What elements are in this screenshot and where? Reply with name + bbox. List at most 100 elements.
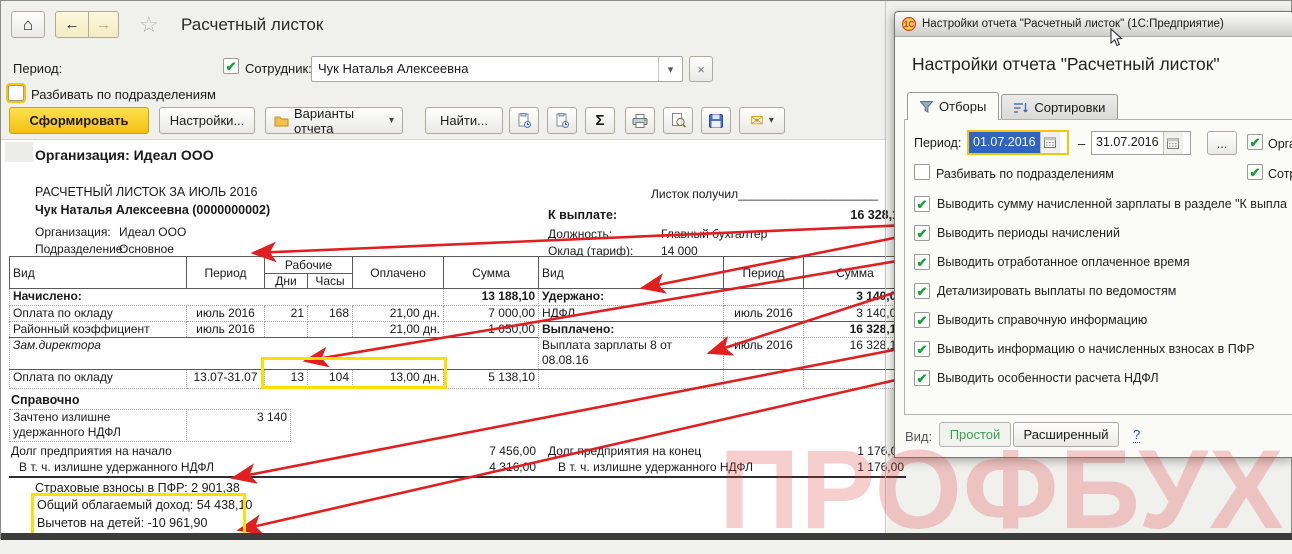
option-show-accrual-periods[interactable]: ✔ Выводить периоды начислений	[914, 225, 1120, 241]
dialog-split-checkbox[interactable]	[914, 164, 930, 180]
folder-icon	[274, 115, 289, 127]
view-simple-label: Простой	[950, 427, 1001, 442]
calendar-icon[interactable]	[1040, 132, 1060, 153]
window-right-split	[885, 1, 886, 533]
checkbox[interactable]: ✔	[914, 225, 930, 241]
option-label: Выводить справочную информацию	[937, 313, 1147, 327]
debt-start-ndfl-value: 4 316,00	[421, 460, 536, 474]
option-show-pfr-contributions[interactable]: ✔ Выводить информацию о начисленных взно…	[914, 341, 1255, 357]
period-options-button[interactable]: ...	[1207, 131, 1237, 155]
checkbox[interactable]: ✔	[914, 312, 930, 328]
position-label: Должность:	[548, 227, 612, 241]
dialog-titlebar[interactable]: 1С Настройки отчета "Расчетный листок" (…	[895, 12, 1292, 37]
option-label: Выводить информацию о начисленных взноса…	[937, 342, 1255, 356]
preview-button[interactable]	[663, 107, 693, 134]
col-header-vid: Вид	[539, 257, 724, 289]
dialog-period-label: Период:	[914, 136, 961, 150]
calendar-icon[interactable]	[1163, 132, 1183, 154]
chevron-down-icon: ▾	[769, 115, 774, 126]
table-row: Оплата по окладу июль 2016 21 168 21,00 …	[10, 306, 539, 322]
option-label: Выводить особенности расчета НДФЛ	[937, 371, 1159, 385]
printer-icon	[632, 114, 648, 128]
option-label: Детализировать выплаты по ведомостям	[937, 284, 1176, 298]
department-label: Подразделение:	[35, 242, 126, 256]
check-icon: ✔	[917, 285, 928, 298]
view-extended-button[interactable]: Расширенный	[1013, 422, 1119, 447]
view-simple-button[interactable]: Простой	[939, 422, 1011, 447]
debt-start-label: Долг предприятия на начало	[11, 444, 172, 458]
col-header-summa: Сумма	[804, 257, 907, 289]
org-value: Идеал ООО	[119, 225, 186, 239]
check-icon: ✔	[917, 372, 928, 385]
period-to-value: 31.07.2016	[1092, 132, 1163, 154]
paste-settings-button[interactable]	[547, 107, 577, 134]
find-button[interactable]: Найти...	[425, 107, 503, 134]
table-row: Начислено: 13 188,10	[10, 289, 539, 306]
filter-funnel-icon	[920, 101, 933, 113]
home-button[interactable]: ⌂	[11, 11, 45, 38]
checkbox[interactable]: ✔	[914, 283, 930, 299]
employee-combo[interactable]: Чук Наталья Алексеевна ▾	[311, 56, 683, 82]
col-header-period: Период	[187, 257, 265, 289]
split-by-departments-label: Разбивать по подразделениям	[31, 87, 216, 102]
tab-otbory[interactable]: Отборы	[907, 92, 999, 120]
option-show-accrued-sum[interactable]: ✔ Выводить сумму начисленной зарплаты в …	[914, 196, 1287, 212]
generate-button[interactable]: Сформировать	[9, 107, 149, 134]
employee-checkbox[interactable]: ✔	[223, 58, 239, 74]
checkbox[interactable]: ✔	[914, 341, 930, 357]
split-by-departments-checkbox[interactable]	[8, 85, 24, 101]
save-button[interactable]	[701, 107, 731, 134]
option-detail-payments[interactable]: ✔ Детализировать выплаты по ведомостям	[914, 283, 1176, 299]
check-icon: ✔	[917, 256, 928, 269]
forward-icon: →	[96, 16, 111, 33]
settings-button[interactable]: Настройки...	[159, 107, 255, 134]
checkbox[interactable]: ✔	[914, 370, 930, 386]
checkbox[interactable]: ✔	[914, 196, 930, 212]
check-icon: ✔	[917, 198, 928, 211]
clipboard-paste-icon	[555, 113, 569, 128]
chevron-down-icon: ▾	[389, 115, 394, 126]
period-label: Период:	[13, 61, 62, 76]
check-icon: ✔	[917, 314, 928, 327]
chevron-down-icon[interactable]: ▾	[658, 57, 682, 81]
to-pay-label: К выплате:	[548, 208, 617, 222]
dialog-employee-checkbox[interactable]: ✔	[1247, 164, 1263, 180]
option-show-ndfl-details[interactable]: ✔ Выводить особенности расчета НДФЛ	[914, 370, 1159, 386]
reference-row-value-cell: 3 140	[186, 409, 291, 442]
tab-otbory-label: Отборы	[939, 99, 986, 114]
send-email-button[interactable]: ✉ ▾	[739, 107, 785, 134]
col-header-chasy: Часы	[308, 274, 353, 289]
employee-checkbox-label: Сотрудник:	[245, 61, 312, 76]
organization-checkbox[interactable]: ✔	[1247, 134, 1263, 150]
reference-row-label-cell: Зачтено излишне удержанного НДФЛ	[9, 409, 187, 442]
table-row: НДФЛ июль 2016 3 140,00	[539, 306, 907, 322]
generate-button-label: Сформировать	[29, 113, 128, 128]
back-button[interactable]: ←	[55, 11, 89, 38]
checkbox[interactable]: ✔	[914, 254, 930, 270]
forward-button[interactable]: →	[88, 11, 119, 38]
period-from-field[interactable]: 01.07.2016	[967, 130, 1069, 155]
help-link[interactable]: ?	[1133, 427, 1140, 443]
option-show-reference-info[interactable]: ✔ Выводить справочную информацию	[914, 312, 1147, 328]
reference-label: Справочно	[11, 393, 79, 407]
report-variants-button[interactable]: Варианты отчета ▾	[265, 107, 403, 134]
view-extended-label: Расширенный	[1023, 427, 1108, 442]
col-header-dni: Дни	[265, 274, 308, 289]
favorite-star-icon[interactable]: ☆	[139, 12, 159, 38]
autosum-button[interactable]: Σ	[585, 107, 615, 134]
tab-sortirovki-label: Сортировки	[1034, 100, 1105, 115]
position-value: Главный бухгалтер	[661, 227, 767, 241]
envelope-icon: ✉	[750, 111, 763, 131]
period-to-field[interactable]: 31.07.2016	[1091, 131, 1191, 155]
debt-end-label: Долг предприятия на конец	[548, 444, 701, 458]
option-label: Выводить отработанное оплаченное время	[937, 255, 1190, 269]
accruals-table: Вид Период Рабочие Оплачено Сумма Дни Ча…	[9, 256, 539, 389]
check-icon: ✔	[917, 227, 928, 240]
employee-clear-button[interactable]: ×	[689, 56, 713, 82]
print-button[interactable]	[625, 107, 655, 134]
settings-button-label: Настройки...	[170, 113, 245, 128]
tab-sortirovki[interactable]: Сортировки	[1001, 94, 1118, 120]
col-header-rabochie: Рабочие	[265, 257, 353, 274]
option-show-paid-time[interactable]: ✔ Выводить отработанное оплаченное время	[914, 254, 1190, 270]
copy-settings-button[interactable]	[509, 107, 539, 134]
